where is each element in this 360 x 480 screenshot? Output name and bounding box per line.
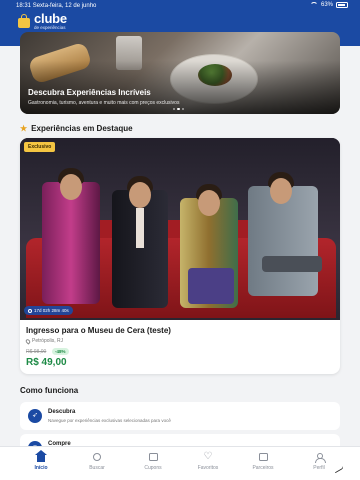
step-discover[interactable]: ➶ Descubra Navegue por experiências excl… [20, 402, 340, 430]
store-icon [258, 453, 268, 461]
experience-card[interactable]: Exclusivo 17d 02h 28m 40s Ingresso para … [20, 138, 340, 374]
status-time: 18:31 Sexta-feira, 12 de junho [16, 3, 97, 9]
search-icon [93, 453, 101, 461]
how-it-works-title: Como funciona [20, 386, 79, 395]
heart-icon: ♡ [203, 451, 213, 462]
tab-buscar[interactable]: Buscar [69, 451, 125, 471]
tab-label: Favoritos [197, 465, 219, 471]
tab-cupons[interactable]: Cupons [125, 451, 181, 471]
experience-location: Petrópolis, RJ [24, 337, 63, 345]
carousel-dot[interactable] [172, 107, 175, 110]
countdown-timer: 17d 02h 28m 40s [24, 306, 73, 315]
shopping-bag-icon [18, 14, 30, 29]
tab-label: Cupons [144, 465, 162, 471]
tab-inicio[interactable]: Início [13, 450, 69, 471]
brand-logo[interactable]: clube de experiências [18, 12, 67, 31]
home-icon [35, 450, 47, 462]
tab-favoritos[interactable]: ♡ Favoritos [180, 451, 236, 472]
brand-tagline: de experiências [34, 25, 66, 30]
wax-figure [112, 176, 168, 308]
hero-title: Descubra Experiências Incríveis [28, 88, 151, 97]
exclusive-badge: Exclusivo [24, 142, 56, 152]
sale-price: R$ 49,00 [26, 357, 67, 368]
wax-figure [248, 172, 322, 296]
user-icon [314, 452, 326, 463]
carousel-dot-active[interactable] [177, 107, 180, 110]
featured-section-title: ★ Experiências em Destaque [20, 124, 133, 133]
carousel-dot[interactable] [181, 107, 184, 110]
experience-photo: Exclusivo 17d 02h 28m 40s [20, 138, 340, 320]
step-description: Navegue por experiências exclusivas sele… [48, 418, 171, 423]
battery-icon [336, 2, 348, 8]
wax-figure [42, 168, 100, 304]
status-right: 63% [309, 2, 348, 8]
tab-label: Parceiros [252, 465, 274, 471]
clock-icon [28, 308, 32, 313]
hero-banner[interactable]: Descubra Experiências Incríveis Gastrono… [20, 32, 340, 114]
tab-parceiros[interactable]: Parceiros [235, 451, 291, 471]
location-pin-icon [24, 337, 32, 345]
experience-title: Ingresso para o Museu de Cera (teste) [26, 326, 171, 335]
tab-label: Início [34, 465, 48, 471]
discount-badge: -48% [52, 348, 69, 355]
ticket-icon [148, 453, 158, 461]
step-title: Descubra [48, 409, 76, 415]
compass-icon: ➶ [28, 409, 42, 423]
wifi-icon [309, 2, 318, 8]
battery-percent: 63% [320, 2, 333, 8]
bottom-tab-bar: Início Buscar Cupons ♡ Favoritos Parceir… [0, 446, 360, 480]
hero-subtitle: Gastronomia, turismo, aventura e muito m… [28, 100, 180, 106]
brand-name: clube [34, 11, 67, 26]
original-price: R$ 98,00 [26, 349, 47, 355]
wax-figure [180, 184, 238, 308]
tab-label: Buscar [89, 465, 105, 471]
star-icon: ★ [20, 124, 28, 133]
carousel-dots[interactable] [172, 107, 184, 110]
